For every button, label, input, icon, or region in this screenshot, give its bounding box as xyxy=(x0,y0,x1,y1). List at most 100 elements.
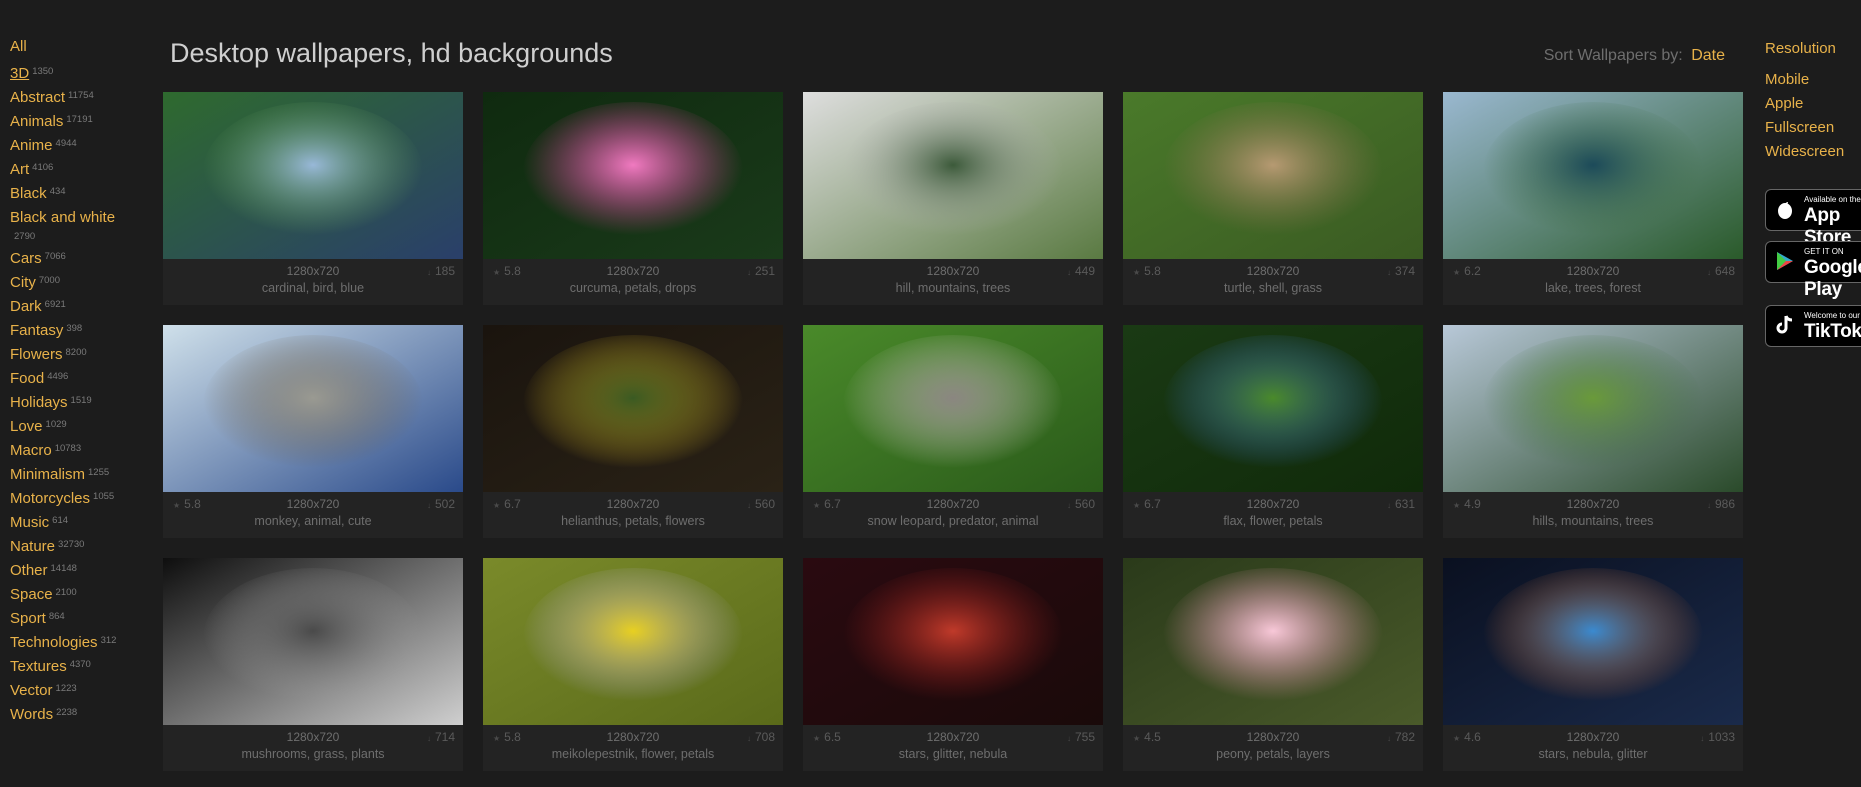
download-count: 502 xyxy=(434,497,455,511)
wallpaper-thumbnail[interactable] xyxy=(483,325,783,492)
category-link-fantasy[interactable]: Fantasy 398 xyxy=(10,322,130,339)
store-badge-apple[interactable]: Available on the App Store xyxy=(1765,189,1861,248)
category-link-technologies[interactable]: Technologies 312 xyxy=(10,634,130,651)
wallpaper-thumbnail[interactable] xyxy=(803,325,1103,492)
wallpaper-card[interactable]: ★ 4.9 1280x720 ↓ 986 hills, mountains, trees xyxy=(1443,325,1743,538)
category-link-black-and-white[interactable]: Black and white 2790 xyxy=(10,209,130,243)
wallpaper-tags[interactable]: turtle, shell, grass xyxy=(1123,281,1423,295)
wallpaper-thumbnail[interactable] xyxy=(163,92,463,259)
wallpaper-card[interactable]: ★ 5.8 1280x720 ↓ 708 meikolepestnik, flower, … xyxy=(483,558,783,771)
wallpaper-card[interactable]: ★ 4.5 1280x720 ↓ 782 peony, petals, layers xyxy=(1123,558,1423,771)
resolution-link-mobile[interactable]: –Mobile xyxy=(1765,71,1861,88)
category-label: Textures xyxy=(10,658,67,675)
wallpaper-card[interactable]: 1280x720 ↓ 714 mushrooms, grass, plants xyxy=(163,558,463,771)
category-link-food[interactable]: Food 4496 xyxy=(10,370,130,387)
category-link-city[interactable]: City 7000 xyxy=(10,274,130,291)
category-link-space[interactable]: Space 2100 xyxy=(10,586,130,603)
category-link-art[interactable]: Art 4106 xyxy=(10,161,130,178)
page-title: Desktop wallpapers, hd backgrounds xyxy=(170,38,613,68)
store-badge-google-play[interactable]: GET IT ONGoogle Play xyxy=(1765,241,1861,300)
download-count: 251 xyxy=(754,264,775,278)
resolution-link-widescreen[interactable]: –Widescreen xyxy=(1765,143,1861,160)
category-link-macro[interactable]: Macro 10783 xyxy=(10,442,130,459)
category-link-motorcycles[interactable]: Motorcycles 1055 xyxy=(10,490,130,507)
category-link-sport[interactable]: Sport 864 xyxy=(10,610,130,627)
download-count: 374 xyxy=(1394,264,1415,278)
wallpaper-tags[interactable]: curcuma, petals, drops xyxy=(483,281,783,295)
wallpaper-downloads: ↓ 631 xyxy=(1387,497,1415,511)
wallpaper-tags[interactable]: stars, glitter, nebula xyxy=(803,747,1103,761)
category-link-black[interactable]: Black 434 xyxy=(10,185,130,202)
category-link-vector[interactable]: Vector 1223 xyxy=(10,682,130,699)
download-icon: ↓ xyxy=(1700,734,1705,743)
wallpaper-tags[interactable]: helianthus, petals, flowers xyxy=(483,514,783,528)
category-count: 11754 xyxy=(68,90,94,101)
wallpaper-card[interactable]: ★ 6.7 1280x720 ↓ 560 snow leopard, predator, … xyxy=(803,325,1103,538)
resolution-link-apple[interactable]: –Apple xyxy=(1765,95,1861,112)
category-link-anime[interactable]: Anime 4944 xyxy=(10,137,130,154)
wallpaper-thumbnail[interactable] xyxy=(1443,558,1743,725)
category-link-abstract[interactable]: Abstract 11754 xyxy=(10,89,130,106)
wallpaper-tags[interactable]: peony, petals, layers xyxy=(1123,747,1423,761)
wallpaper-thumbnail[interactable] xyxy=(803,92,1103,259)
wallpaper-card[interactable]: ★ 6.5 1280x720 ↓ 755 stars, glitter, nebula xyxy=(803,558,1103,771)
download-icon: ↓ xyxy=(1066,268,1071,277)
category-label: City xyxy=(10,274,36,291)
wallpaper-thumbnail[interactable] xyxy=(163,558,463,725)
wallpaper-thumbnail[interactable] xyxy=(163,325,463,492)
wallpaper-card[interactable]: 1280x720 ↓ 449 hill, mountains, trees xyxy=(803,92,1103,305)
wallpaper-thumbnail[interactable] xyxy=(803,558,1103,725)
wallpaper-card[interactable]: ★ 6.7 1280x720 ↓ 560 helianthus, petals, flow… xyxy=(483,325,783,538)
wallpaper-thumbnail[interactable] xyxy=(483,558,783,725)
apple-icon xyxy=(1774,198,1796,220)
wallpaper-tags[interactable]: flax, flower, petals xyxy=(1123,514,1423,528)
wallpaper-downloads: ↓ 1033 xyxy=(1700,730,1735,744)
category-link-animals[interactable]: Animals 17191 xyxy=(10,113,130,130)
category-link-holidays[interactable]: Holidays 1519 xyxy=(10,394,130,411)
resolution-link-fullscreen[interactable]: –Fullscreen xyxy=(1765,119,1861,136)
wallpaper-card[interactable]: ★ 6.2 1280x720 ↓ 648 lake, trees, forest xyxy=(1443,92,1743,305)
category-count: 398 xyxy=(66,323,83,334)
category-link-nature[interactable]: Nature 32730 xyxy=(10,538,130,555)
wallpaper-tags[interactable]: lake, trees, forest xyxy=(1443,281,1743,295)
wallpaper-tags[interactable]: mushrooms, grass, plants xyxy=(163,747,463,761)
wallpaper-card[interactable]: ★ 4.6 1280x720 ↓ 1033 stars, nebula, glitter xyxy=(1443,558,1743,771)
category-link-music[interactable]: Music 614 xyxy=(10,514,130,531)
wallpaper-card[interactable]: ★ 5.8 1280x720 ↓ 251 curcuma, petals, drops xyxy=(483,92,783,305)
wallpaper-downloads: ↓ 648 xyxy=(1707,264,1735,278)
wallpaper-tags[interactable]: cardinal, bird, blue xyxy=(163,281,463,295)
wallpaper-downloads: ↓ 449 xyxy=(1067,264,1095,278)
category-link-flowers[interactable]: Flowers 8200 xyxy=(10,346,130,363)
wallpaper-card[interactable]: ★ 5.8 1280x720 ↓ 374 turtle, shell, grass xyxy=(1123,92,1423,305)
wallpaper-meta: 1280x720 ↓ 714 xyxy=(163,725,463,747)
category-link-dark[interactable]: Dark 6921 xyxy=(10,298,130,315)
wallpaper-thumbnail[interactable] xyxy=(1123,92,1423,259)
category-link-love[interactable]: Love 1029 xyxy=(10,418,130,435)
category-link-words[interactable]: Words 2238 xyxy=(10,706,130,723)
wallpaper-thumbnail[interactable] xyxy=(1443,325,1743,492)
category-link-other[interactable]: Other 14148 xyxy=(10,562,130,579)
wallpaper-thumbnail[interactable] xyxy=(1123,325,1423,492)
category-link-textures[interactable]: Textures 4370 xyxy=(10,658,130,675)
category-link-minimalism[interactable]: Minimalism 1255 xyxy=(10,466,130,483)
category-label: Cars xyxy=(10,250,42,267)
category-link-cars[interactable]: Cars 7066 xyxy=(10,250,130,267)
category-link-3d[interactable]: 3D 1350 xyxy=(10,65,130,82)
wallpaper-card[interactable]: ★ 5.8 1280x720 ↓ 502 monkey, animal, cute xyxy=(163,325,463,538)
wallpaper-card[interactable]: ★ 6.7 1280x720 ↓ 631 flax, flower, petals xyxy=(1123,325,1423,538)
wallpaper-resolution: 1280x720 xyxy=(926,497,980,511)
category-count: 1055 xyxy=(93,491,115,502)
wallpaper-card[interactable]: 1280x720 ↓ 185 cardinal, bird, blue xyxy=(163,92,463,305)
wallpaper-thumbnail[interactable] xyxy=(483,92,783,259)
wallpaper-tags[interactable]: meikolepestnik, flower, petals xyxy=(483,747,783,761)
category-all-link[interactable]: All xyxy=(10,38,130,55)
wallpaper-tags[interactable]: snow leopard, predator, animal xyxy=(803,514,1103,528)
sort-value-link[interactable]: Date xyxy=(1691,47,1725,64)
wallpaper-tags[interactable]: monkey, animal, cute xyxy=(163,514,463,528)
store-badge-tiktok[interactable]: Welcome to our TikTok xyxy=(1765,305,1861,347)
wallpaper-tags[interactable]: hill, mountains, trees xyxy=(803,281,1103,295)
wallpaper-thumbnail[interactable] xyxy=(1123,558,1423,725)
wallpaper-tags[interactable]: hills, mountains, trees xyxy=(1443,514,1743,528)
wallpaper-tags[interactable]: stars, nebula, glitter xyxy=(1443,747,1743,761)
wallpaper-thumbnail[interactable] xyxy=(1443,92,1743,259)
